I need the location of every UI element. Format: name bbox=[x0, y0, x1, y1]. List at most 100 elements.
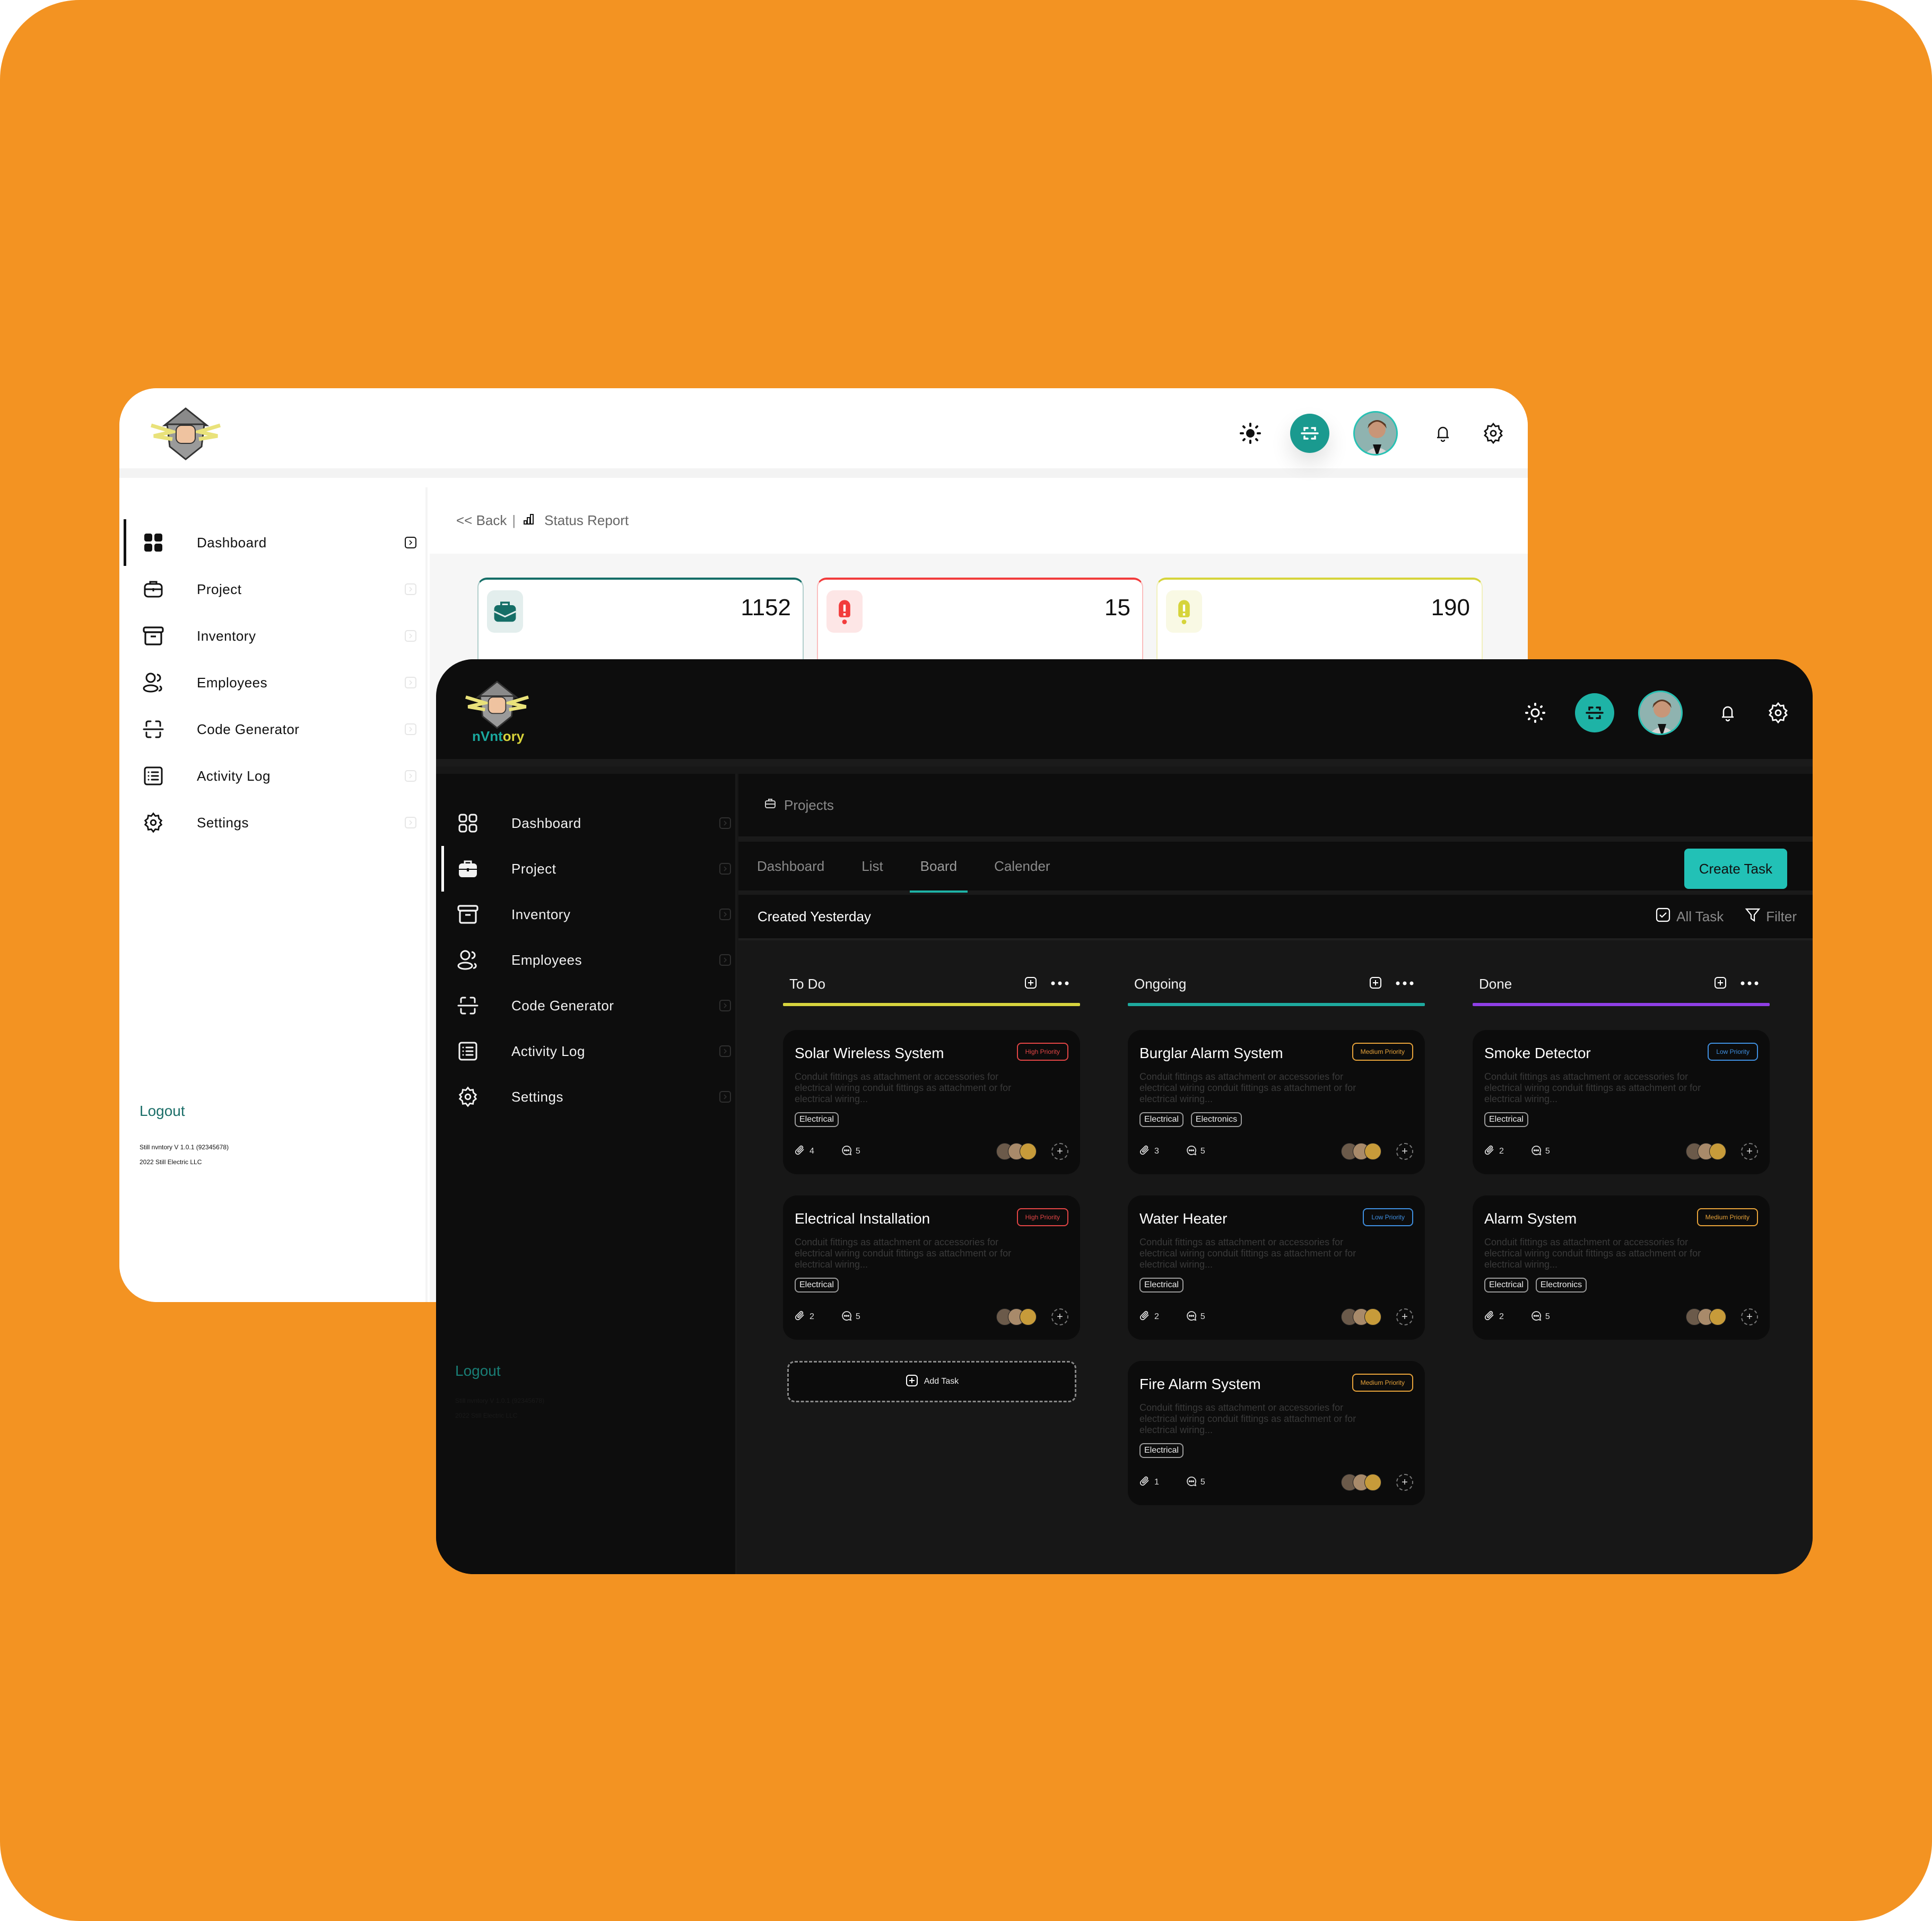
filter-funnel-icon[interactable] bbox=[1745, 907, 1761, 927]
sidebar-item-inventory[interactable]: Inventory bbox=[445, 892, 736, 937]
more-options-icon[interactable] bbox=[1740, 979, 1759, 989]
sidebar-item-settings[interactable]: Settings bbox=[130, 799, 422, 846]
chevron-right-icon[interactable] bbox=[719, 1000, 731, 1011]
scan-button[interactable] bbox=[1290, 414, 1329, 453]
user-avatar[interactable] bbox=[1353, 411, 1398, 456]
settings-gear-icon[interactable] bbox=[1765, 700, 1791, 726]
task-card[interactable]: Water Heater Low Priority Conduit fittin… bbox=[1128, 1195, 1425, 1340]
more-options-icon[interactable] bbox=[1395, 979, 1414, 989]
add-card-icon[interactable] bbox=[1369, 976, 1382, 992]
more-options-icon[interactable] bbox=[1050, 979, 1069, 989]
chevron-right-icon[interactable] bbox=[405, 630, 416, 642]
comments-count[interactable]: 5 bbox=[841, 1145, 860, 1159]
task-card[interactable]: Smoke Detector Low Priority Conduit fitt… bbox=[1473, 1030, 1770, 1174]
add-task-button[interactable]: Add Task bbox=[787, 1361, 1076, 1402]
attachments-count[interactable]: 4 bbox=[795, 1145, 814, 1159]
add-assignee-button[interactable]: + bbox=[1396, 1474, 1413, 1491]
notifications-bell-icon[interactable] bbox=[1715, 700, 1741, 726]
task-card[interactable]: Burglar Alarm System Medium Priority Con… bbox=[1128, 1030, 1425, 1174]
filter-button[interactable]: Filter bbox=[1766, 909, 1797, 925]
comments-count[interactable]: 5 bbox=[1530, 1145, 1550, 1159]
tab-board[interactable]: Board bbox=[909, 840, 968, 893]
scan-code-icon bbox=[142, 718, 165, 741]
sidebar-item-code-generator[interactable]: Code Generator bbox=[445, 983, 736, 1028]
comments-count[interactable]: 5 bbox=[1530, 1310, 1550, 1324]
chevron-right-icon[interactable] bbox=[719, 909, 731, 920]
chevron-right-icon[interactable] bbox=[405, 723, 416, 735]
sidebar-item-activity-log[interactable]: Activity Log bbox=[445, 1028, 736, 1074]
all-task-toggle[interactable]: All Task bbox=[1676, 909, 1724, 925]
add-card-icon[interactable] bbox=[1713, 976, 1727, 992]
assignee-avatar[interactable] bbox=[1364, 1143, 1381, 1160]
tab-dashboard[interactable]: Dashboard bbox=[757, 840, 824, 893]
sidebar-item-code-generator[interactable]: Code Generator bbox=[130, 706, 422, 753]
task-card[interactable]: Solar Wireless System High Priority Cond… bbox=[783, 1030, 1080, 1174]
chevron-right-icon[interactable] bbox=[719, 1091, 731, 1103]
add-assignee-button[interactable]: + bbox=[1051, 1143, 1068, 1160]
sidebar-item-activity-log[interactable]: Activity Log bbox=[130, 753, 422, 799]
chevron-right-icon[interactable] bbox=[719, 817, 731, 829]
add-card-icon[interactable] bbox=[1024, 976, 1038, 992]
comments-value: 5 bbox=[1545, 1147, 1550, 1156]
user-avatar[interactable] bbox=[1638, 691, 1683, 735]
attachments-count[interactable]: 2 bbox=[1484, 1145, 1504, 1159]
light-header-actions bbox=[1237, 409, 1507, 457]
sidebar-item-settings[interactable]: Settings bbox=[445, 1074, 736, 1120]
chevron-right-icon[interactable] bbox=[405, 770, 416, 782]
add-assignee-button[interactable]: + bbox=[1396, 1143, 1413, 1160]
assignee-avatar[interactable] bbox=[1020, 1308, 1037, 1325]
assignee-avatar[interactable] bbox=[1364, 1474, 1381, 1491]
assignee-avatar[interactable] bbox=[1020, 1143, 1037, 1160]
assignee-avatar[interactable] bbox=[1709, 1308, 1726, 1325]
theme-toggle-sun-icon[interactable] bbox=[1237, 420, 1264, 447]
comments-count[interactable]: 5 bbox=[1186, 1310, 1205, 1324]
checkbox-icon[interactable] bbox=[1655, 907, 1671, 927]
create-task-button[interactable]: Create Task bbox=[1684, 849, 1787, 889]
add-assignee-button[interactable]: + bbox=[1396, 1308, 1413, 1325]
comments-count[interactable]: 5 bbox=[1186, 1145, 1205, 1159]
sidebar-item-inventory[interactable]: Inventory bbox=[130, 613, 422, 659]
attachments-count[interactable]: 2 bbox=[795, 1310, 814, 1324]
attachments-count[interactable]: 2 bbox=[1139, 1310, 1159, 1324]
task-card[interactable]: Electrical Installation High Priority Co… bbox=[783, 1195, 1080, 1340]
sidebar-item-label: Activity Log bbox=[511, 1043, 585, 1059]
settings-gear-icon[interactable] bbox=[1480, 420, 1507, 447]
logout-link[interactable]: Logout bbox=[455, 1363, 501, 1379]
chevron-right-icon[interactable] bbox=[405, 817, 416, 828]
chevron-right-icon[interactable] bbox=[405, 537, 416, 548]
dark-header-actions bbox=[1522, 689, 1791, 737]
attachments-count[interactable]: 1 bbox=[1139, 1475, 1159, 1490]
sidebar-item-dashboard[interactable]: Dashboard bbox=[445, 800, 736, 846]
assignee-avatar[interactable] bbox=[1364, 1308, 1381, 1325]
tab-list[interactable]: List bbox=[861, 840, 883, 893]
task-card[interactable]: Fire Alarm System Medium Priority Condui… bbox=[1128, 1361, 1425, 1505]
sidebar-item-employees[interactable]: Employees bbox=[445, 937, 736, 983]
chevron-right-icon[interactable] bbox=[405, 583, 416, 595]
comments-count[interactable]: 5 bbox=[841, 1310, 860, 1324]
assignee-avatar[interactable] bbox=[1709, 1143, 1726, 1160]
chevron-right-icon[interactable] bbox=[719, 863, 731, 875]
add-assignee-button[interactable]: + bbox=[1741, 1308, 1758, 1325]
tab-calender[interactable]: Calender bbox=[994, 840, 1050, 893]
attachments-count[interactable]: 3 bbox=[1139, 1145, 1159, 1159]
add-assignee-button[interactable]: + bbox=[1741, 1143, 1758, 1160]
sidebar-item-project[interactable]: Project bbox=[441, 846, 736, 892]
sidebar-item-project[interactable]: Project bbox=[130, 566, 422, 613]
sidebar-item-dashboard[interactable]: Dashboard bbox=[124, 519, 422, 566]
add-assignee-button[interactable]: + bbox=[1051, 1308, 1068, 1325]
chevron-right-icon[interactable] bbox=[405, 677, 416, 688]
column-title: Ongoing bbox=[1134, 975, 1187, 992]
theme-toggle-sun-icon[interactable] bbox=[1522, 700, 1548, 726]
logout-link[interactable]: Logout bbox=[140, 1103, 185, 1120]
chevron-right-icon[interactable] bbox=[719, 954, 731, 966]
task-card[interactable]: Alarm System Medium Priority Conduit fit… bbox=[1473, 1195, 1770, 1340]
attachments-count[interactable]: 2 bbox=[1484, 1310, 1504, 1324]
comments-count[interactable]: 5 bbox=[1186, 1475, 1205, 1490]
chevron-right-icon[interactable] bbox=[719, 1045, 731, 1057]
board-column-to-do: To Do Solar Wireless System High Priorit… bbox=[783, 965, 1080, 1526]
back-link[interactable]: << Back bbox=[456, 512, 507, 529]
notifications-bell-icon[interactable] bbox=[1430, 420, 1456, 447]
card-tags: Electrical bbox=[1139, 1278, 1413, 1293]
sidebar-item-employees[interactable]: Employees bbox=[130, 659, 422, 706]
scan-button[interactable] bbox=[1575, 693, 1614, 732]
